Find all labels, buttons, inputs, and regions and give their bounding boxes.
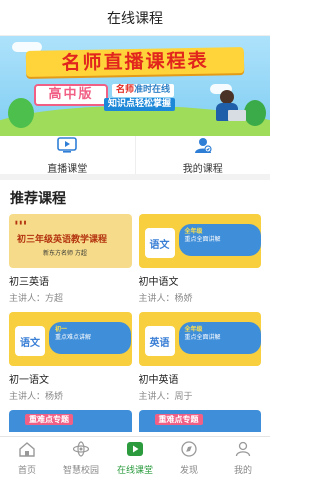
tab-discover[interactable]: 发现 — [162, 437, 216, 480]
course-name: 初一语文 — [9, 375, 49, 386]
tab-label: 我的 — [233, 466, 252, 476]
course-card[interactable]: 英语 全年级 重点全面讲解 初中英语 主讲人：周于 — [138, 312, 261, 410]
thumb-tag: 重难点专题 — [25, 414, 73, 425]
live-classroom-label: 直播课堂 — [47, 163, 88, 175]
course-thumbnail: 语文 初一 重点难点讲解 — [9, 312, 132, 366]
tab-label: 发现 — [179, 466, 198, 476]
tab-label: 首页 — [17, 466, 36, 476]
compass-icon — [180, 441, 198, 461]
tv-icon — [57, 136, 78, 158]
tab-mine[interactable]: 我的 — [216, 437, 270, 480]
tree-decoration — [244, 100, 266, 126]
course-teacher: 主讲人：杨娇 — [9, 392, 64, 402]
thumb-chip: 英语 — [144, 326, 175, 356]
campus-icon — [72, 441, 90, 461]
next-row-peek: 重难点专题 重难点专题 — [0, 410, 270, 432]
tagline-highlight: 名师 — [116, 85, 135, 95]
thumb-bubble: 全年级 重点全面讲解 — [178, 224, 261, 256]
grade-badge: 高中版 — [34, 84, 108, 106]
tree-decoration — [8, 98, 34, 128]
tab-home[interactable]: 首页 — [0, 437, 54, 480]
tab-label: 智慧校园 — [62, 466, 99, 476]
course-thumbnail: 语文 全年级 重点全面讲解 — [138, 214, 261, 268]
course-name: 初中语文 — [138, 277, 179, 288]
thumb-bubble: 初一 重点难点讲解 — [49, 322, 131, 354]
banner-headline: 名师直播课程表 — [61, 49, 209, 75]
course-card[interactable]: ▮ ▮ ▮ 初三年级英语教学课程 新东方名师 方超 初三英语 主讲人：方超 — [9, 214, 132, 312]
course-teacher: 主讲人：杨娇 — [138, 294, 193, 304]
my-courses-button[interactable]: 我的课程 — [134, 136, 271, 175]
section-title: 推荐课程 — [10, 191, 66, 207]
course-thumbnail: 英语 全年级 重点全面讲解 — [138, 312, 261, 366]
thumb-subtitle: 新东方名师 方超 — [43, 250, 87, 257]
course-card[interactable]: 语文 初一 重点难点讲解 初一语文 主讲人：杨娇 — [9, 312, 132, 410]
user-icon — [193, 136, 213, 158]
grade-badge-label: 高中版 — [48, 87, 94, 102]
tab-label: 在线课堂 — [116, 466, 153, 476]
course-teacher: 主讲人：方超 — [9, 294, 64, 304]
course-name: 初中英语 — [138, 375, 179, 386]
home-icon — [18, 441, 36, 461]
quick-nav: 直播课堂 我的课程 — [0, 136, 270, 180]
thumb-tag: ▮ ▮ ▮ — [15, 220, 27, 226]
profile-icon — [234, 441, 252, 461]
thumb-title: 初三年级英语教学课程 — [17, 235, 108, 245]
banner-headline-ribbon: 名师直播课程表 — [25, 47, 245, 77]
my-courses-label: 我的课程 — [182, 163, 223, 175]
banner-tagline-1: 名师准时在线 — [112, 84, 175, 97]
play-icon — [126, 441, 144, 461]
live-course-banner[interactable]: 名师直播课程表 高中版 名师准时在线 知识点轻松掌握 — [0, 36, 270, 136]
thumb-bubble: 全年级 重点全面讲解 — [178, 322, 261, 354]
course-card-partial[interactable]: 重难点专题 — [9, 410, 132, 432]
course-card[interactable]: 语文 全年级 重点全面讲解 初中语文 主讲人：杨娇 — [138, 214, 261, 312]
course-grid: ▮ ▮ ▮ 初三年级英语教学课程 新东方名师 方超 初三英语 主讲人：方超 语文… — [0, 214, 270, 410]
page-title: 在线课程 — [107, 10, 163, 27]
top-title-bar: 在线课程 — [0, 0, 270, 36]
course-teacher: 主讲人：周于 — [138, 392, 193, 402]
banner-tagline-2: 知识点轻松掌握 — [104, 98, 176, 111]
live-classroom-button[interactable]: 直播课堂 — [0, 136, 135, 175]
course-name: 初三英语 — [9, 277, 49, 288]
tagline-text: 准时在线 — [134, 85, 171, 95]
tab-online-classroom[interactable]: 在线课堂 — [108, 437, 162, 480]
course-card-partial[interactable]: 重难点专题 — [138, 410, 261, 432]
thumb-chip: 语文 — [144, 228, 175, 258]
course-thumbnail: ▮ ▮ ▮ 初三年级英语教学课程 新东方名师 方超 — [9, 214, 132, 268]
student-illustration — [212, 90, 246, 128]
thumb-tag: 重难点专题 — [154, 414, 203, 425]
tab-campus[interactable]: 智慧校园 — [54, 437, 108, 480]
thumb-chip: 语文 — [15, 326, 45, 356]
bottom-tab-bar: 首页 智慧校园 在线课堂 发现 我的 — [0, 436, 270, 480]
